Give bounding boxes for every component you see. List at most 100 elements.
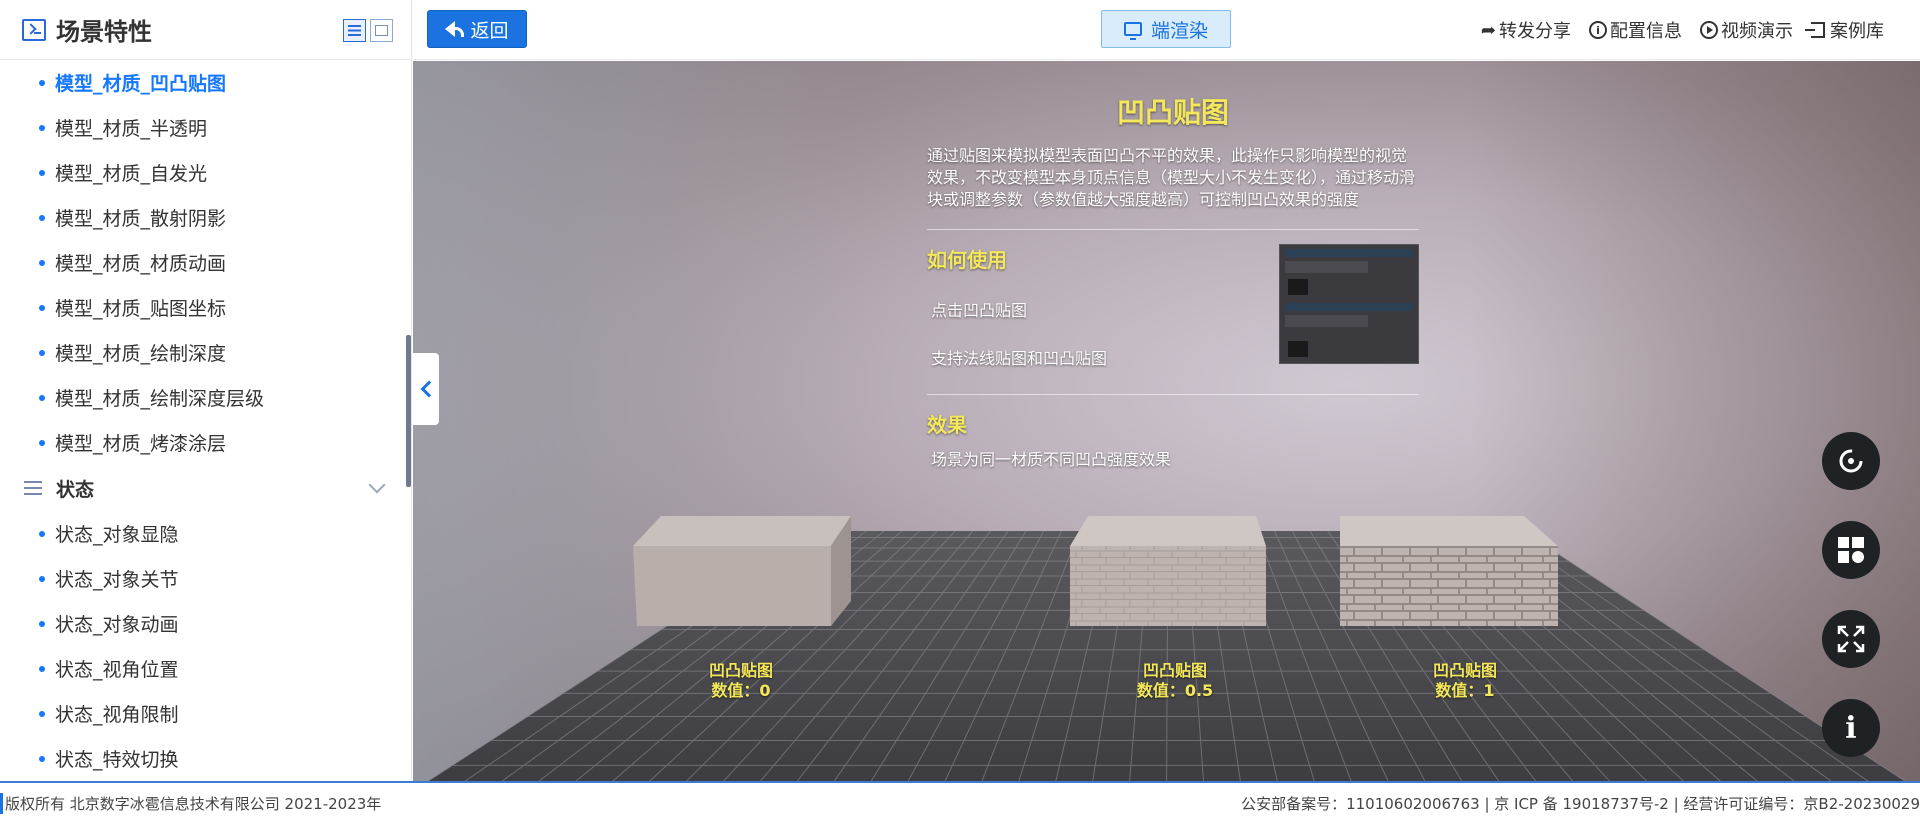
sidebar-item[interactable]: 模型_材质_散射阴影 xyxy=(0,195,411,240)
box-label-2: 凹凸贴图 数值：1 xyxy=(1395,661,1535,701)
sidebar-item-label: 状态_视角位置 xyxy=(55,659,179,681)
case-library-label: 案例库 xyxy=(1830,21,1884,42)
box-label-name: 凹凸贴图 xyxy=(1432,661,1497,680)
settings-screenshot-image xyxy=(1279,244,1419,364)
box-label-0: 凹凸贴图 数值：0 xyxy=(671,661,811,701)
info-icon: i xyxy=(1589,21,1607,39)
box-label-name: 凹凸贴图 xyxy=(708,661,773,680)
collapse-sidebar-button[interactable] xyxy=(413,353,439,425)
sidebar-item-label: 模型_材质_散射阴影 xyxy=(55,208,227,230)
sidebar-item[interactable]: 模型_材质_半透明 xyxy=(0,105,411,150)
play-icon xyxy=(1700,21,1718,39)
rotate-view-button[interactable] xyxy=(1822,432,1880,490)
box-label-value: 数值：1 xyxy=(1435,681,1495,700)
sidebar-group-state[interactable]: 状态 xyxy=(0,465,411,511)
divider xyxy=(927,394,1419,395)
sidebar-item[interactable]: 模型_材质_烤漆涂层 xyxy=(0,420,411,465)
sidebar-item[interactable]: 状态_对象关节 xyxy=(0,556,411,601)
sidebar-item[interactable]: 状态_对象显隐 xyxy=(0,511,411,556)
back-button[interactable]: 返回 xyxy=(427,10,527,48)
bump-box-1[interactable] xyxy=(1070,516,1270,626)
sidebar-item[interactable]: 模型_材质_自发光 xyxy=(0,150,411,195)
sidebar-item[interactable]: 模型_材质_绘制深度层级 xyxy=(0,375,411,420)
bullet-icon xyxy=(39,575,45,582)
feature-description: 通过贴图来模拟模型表面凹凸不平的效果，此操作只影响模型的视觉效果，不改变模型本身… xyxy=(927,146,1416,209)
sidebar-item[interactable]: 模型_材质_贴图坐标 xyxy=(0,285,411,330)
video-demo-label: 视频演示 xyxy=(1721,21,1793,42)
sidebar-item-label: 状态_特效切换 xyxy=(55,749,179,771)
info-icon: i xyxy=(1845,710,1857,746)
monitor-icon xyxy=(1123,22,1142,40)
sidebar-item[interactable]: 状态_视角位置 xyxy=(0,646,411,691)
box-label-value: 数值：0.5 xyxy=(1136,681,1214,700)
effect-text: 场景为同一材质不同凹凸强度效果 xyxy=(931,450,1172,469)
bullet-icon xyxy=(39,349,45,356)
bullet-icon xyxy=(39,620,45,627)
chevron-left-icon xyxy=(420,380,437,398)
bullet-icon xyxy=(39,755,45,762)
bump-box-2[interactable] xyxy=(1340,516,1560,626)
bullet-icon xyxy=(39,79,45,86)
terminal-icon xyxy=(22,18,46,41)
bump-box-0[interactable] xyxy=(633,516,853,626)
bullet-icon xyxy=(39,665,45,672)
chevron-down-icon[interactable] xyxy=(368,476,386,494)
sidebar-item-label: 模型_材质_材质动画 xyxy=(55,253,227,275)
sidebar-list: 模型_材质_凹凸贴图 模型_材质_半透明 模型_材质_自发光 模型_材质_散射阴… xyxy=(0,60,411,781)
sidebar-item-label: 状态_视角限制 xyxy=(55,704,179,726)
bullet-icon xyxy=(39,214,45,221)
top-actions: ➦ 转发分享 i 配置信息 视频演示 案例库 xyxy=(1481,17,1884,43)
sidebar-group-label: 状态 xyxy=(56,478,95,501)
fullscreen-button[interactable] xyxy=(1822,610,1880,668)
image-view-icon[interactable] xyxy=(370,19,393,42)
sidebar-item[interactable]: 模型_材质_凹凸贴图 xyxy=(0,60,411,105)
back-arrow-tail xyxy=(454,27,465,37)
sidebar-item[interactable]: 状态_对象动画 xyxy=(0,601,411,646)
bullet-icon xyxy=(39,304,45,311)
share-button[interactable]: ➦ 转发分享 xyxy=(1481,17,1571,43)
footer: 版权所有 北京数字冰雹信息技术有限公司 2021-2023年 公安部备案号：11… xyxy=(0,781,1920,823)
box-label-1: 凹凸贴图 数值：0.5 xyxy=(1105,661,1245,701)
sidebar-item-label: 模型_材质_绘制深度层级 xyxy=(55,388,265,410)
render-mode-button[interactable]: 端渲染 xyxy=(1101,10,1231,48)
render-mode-label: 端渲染 xyxy=(1150,19,1208,42)
license-text: 公安部备案号：11010602006763 | 京 ICP 备 19018737… xyxy=(1241,794,1920,813)
bullet-icon xyxy=(39,169,45,176)
rotate-icon xyxy=(1839,449,1863,473)
info-button[interactable]: i xyxy=(1822,699,1880,757)
bullet-icon xyxy=(39,439,45,446)
sidebar-item-label: 模型_材质_半透明 xyxy=(55,118,208,140)
sidebar-header: 场景特性 xyxy=(0,0,411,60)
video-demo-button[interactable]: 视频演示 xyxy=(1700,17,1793,43)
bullet-icon xyxy=(39,530,45,537)
sidebar-item[interactable]: 状态_视角限制 xyxy=(0,691,411,736)
box-label-value: 数值：0 xyxy=(711,681,771,700)
feature-title: 凹凸贴图 xyxy=(1116,96,1229,129)
feature-info-panel: 凹凸贴图 通过贴图来模拟模型表面凹凸不平的效果，此操作只影响模型的视觉效果，不改… xyxy=(923,91,1423,476)
list-view-icon[interactable] xyxy=(343,19,366,42)
exit-icon xyxy=(1805,22,1825,38)
scene-viewport[interactable]: 凹凸贴图 数值：0 凹凸贴图 数值：0.5 凹凸贴图 数值：1 凹凸贴图 通过贴… xyxy=(413,61,1920,781)
sidebar-item-label: 模型_材质_凹凸贴图 xyxy=(55,73,227,95)
bullet-icon xyxy=(39,394,45,401)
copyright-text: 版权所有 北京数字冰雹信息技术有限公司 2021-2023年 xyxy=(0,792,381,814)
bullet-icon xyxy=(39,259,45,266)
sidebar-item-label: 状态_对象显隐 xyxy=(55,524,179,546)
fullscreen-icon xyxy=(1837,625,1865,653)
sidebar-title: 场景特性 xyxy=(56,18,152,46)
sidebar-item[interactable]: 状态_特效切换 xyxy=(0,736,411,781)
list-icon xyxy=(24,481,42,495)
share-label: 转发分享 xyxy=(1499,21,1571,42)
effect-title: 效果 xyxy=(927,413,967,437)
sidebar-item[interactable]: 模型_材质_绘制深度 xyxy=(0,330,411,375)
back-arrow-icon xyxy=(445,21,456,37)
config-info-button[interactable]: i 配置信息 xyxy=(1589,17,1682,43)
sidebar-scrollbar[interactable] xyxy=(406,335,411,487)
app-root: 场景特性 模型_材质_凹凸贴图 模型_材质_半透明 模型_材质_自发光 模型_材… xyxy=(0,0,1920,823)
view-toggle xyxy=(343,19,393,42)
sidebar-item[interactable]: 模型_材质_材质动画 xyxy=(0,240,411,285)
layout-button[interactable] xyxy=(1822,521,1880,579)
box-svg xyxy=(1340,516,1558,626)
back-button-label: 返回 xyxy=(470,19,509,42)
case-library-button[interactable]: 案例库 xyxy=(1805,17,1884,43)
